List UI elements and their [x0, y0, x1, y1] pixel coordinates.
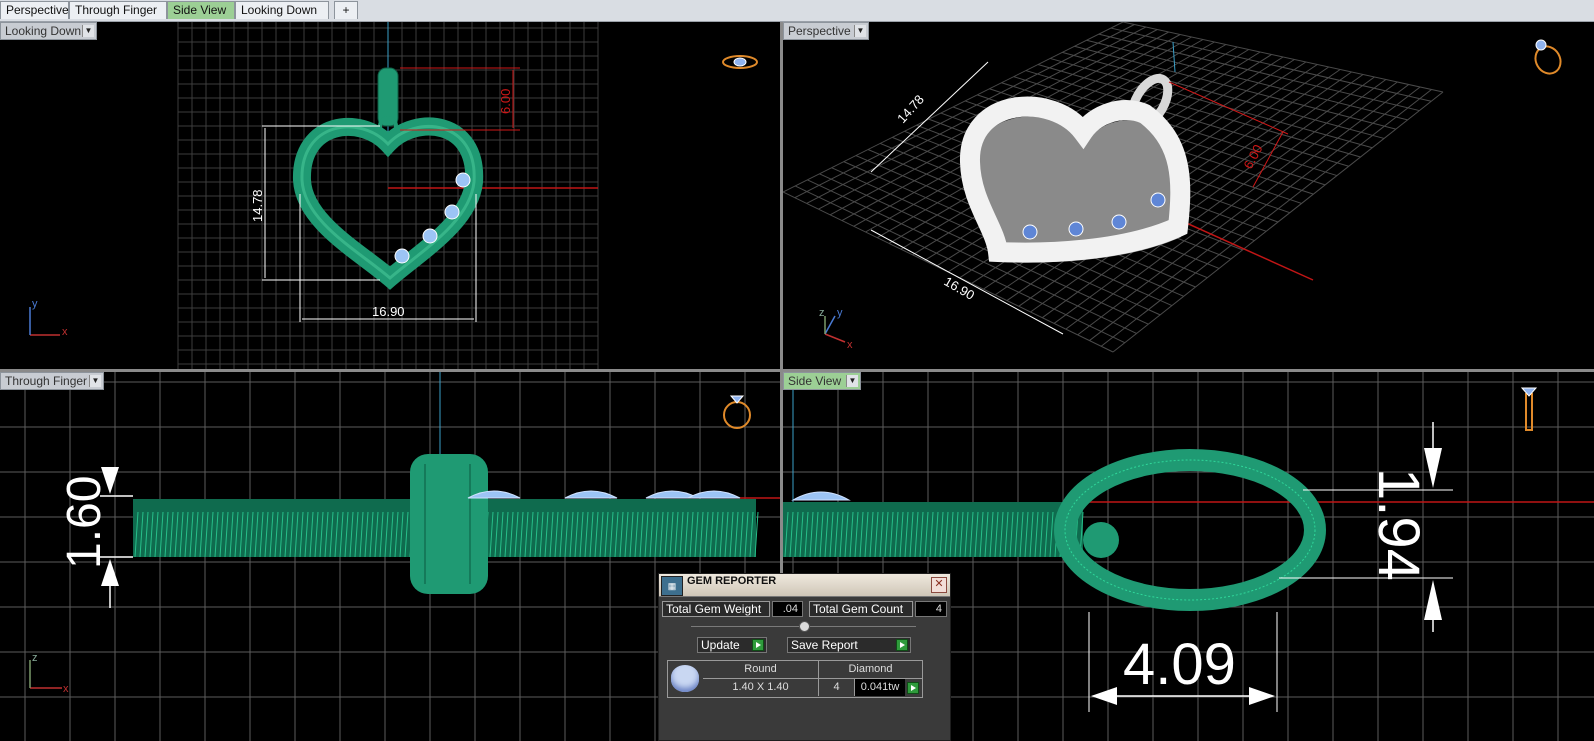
dim-width-label: 16.90 — [372, 304, 405, 319]
total-gem-weight-label: Total Gem Weight — [662, 601, 770, 617]
gem-table: Round Diamond 1.40 X 1.40 4 0.041tw — [667, 660, 923, 698]
chevron-down-icon[interactable]: ▼ — [82, 25, 94, 37]
ring-nav-icon[interactable] — [1531, 39, 1566, 78]
gem-marker — [455, 172, 471, 188]
dim-bail-width-label: 4.09 — [1123, 632, 1236, 697]
viewport-label-looking-down[interactable]: Looking Down ▼ — [0, 22, 97, 40]
update-button[interactable]: Update — [697, 637, 767, 653]
perspective-canvas: 14.78 16.90 6.00 z y x — [783, 22, 1566, 353]
total-gem-weight-value: .04 — [772, 601, 803, 617]
persp-axis-z: z — [819, 307, 825, 319]
save-report-button[interactable]: Save Report — [787, 637, 911, 653]
axis-y-label: y — [32, 298, 38, 310]
gem-shape-cell: Round — [703, 661, 819, 679]
viewport-label-side-view[interactable]: Side View ▼ — [783, 372, 861, 390]
axis-x-label: x — [62, 326, 68, 338]
chevron-down-icon[interactable]: ▼ — [846, 375, 858, 387]
gem-reporter-panel: ▦ GEM REPORTER ✕ Total Gem Weight .04 To… — [658, 573, 951, 741]
ring-nav-icon[interactable] — [1520, 387, 1538, 431]
gem-count-cell: 4 — [819, 679, 855, 696]
viewport-perspective[interactable]: 14.78 16.90 6.00 z y x Perspective ▼ — [783, 22, 1594, 369]
add-tab-button[interactable]: + — [334, 1, 358, 19]
chevron-down-icon[interactable]: ▼ — [89, 375, 101, 387]
tf-axis-z: z — [32, 652, 38, 664]
splitter-handle-icon[interactable] — [799, 621, 810, 632]
tab-side-view[interactable]: Side View — [167, 1, 235, 19]
total-gem-count-label: Total Gem Count — [809, 601, 913, 617]
viewport-label-perspective[interactable]: Perspective ▼ — [783, 22, 869, 40]
view-tab-bar: Perspective Through Finger Side View Loo… — [0, 0, 1594, 22]
dim-bail-label: 6.00 — [498, 89, 513, 114]
total-gem-count-value: 4 — [915, 601, 947, 617]
dim-thickness-label: 1.60 — [58, 476, 111, 569]
tf-axis-x: x — [63, 683, 69, 695]
play-icon — [896, 639, 908, 651]
gem-material-cell: Diamond — [819, 661, 922, 679]
persp-axis-y: y — [837, 307, 843, 319]
gem-size-cell: 1.40 X 1.40 — [703, 679, 819, 696]
viewport-label-through-finger[interactable]: Through Finger ▼ — [0, 372, 104, 390]
viewport-looking-down[interactable]: 16.90 14.78 6.00 y x Looking Down ▼ — [0, 22, 780, 369]
gem-row-play-icon[interactable] — [907, 682, 919, 694]
persp-axis-x: x — [847, 339, 853, 351]
ring-nav-icon[interactable] — [722, 55, 758, 69]
update-button-label: Update — [701, 638, 740, 652]
gem-weight-cell: 0.041tw — [855, 679, 905, 696]
looking-down-canvas: 16.90 14.78 6.00 y x — [29, 22, 758, 369]
gem-reporter-titlebar[interactable]: ▦ GEM REPORTER ✕ — [659, 574, 950, 597]
tab-perspective[interactable]: Perspective — [0, 1, 69, 19]
dim-height-label: 14.78 — [250, 189, 265, 222]
persp-dim-height-label: 14.78 — [894, 92, 927, 126]
dim-bail-height-label: 1.94 — [1366, 468, 1431, 581]
round-gem-icon — [671, 665, 699, 692]
save-report-button-label: Save Report — [791, 638, 858, 652]
close-icon[interactable]: ✕ — [931, 577, 947, 593]
tab-through-finger[interactable]: Through Finger — [69, 1, 167, 19]
ring-nav-icon[interactable] — [723, 395, 751, 429]
gem-reporter-title: GEM REPORTER — [687, 575, 777, 587]
gem-reporter-logo-icon: ▦ — [661, 576, 683, 596]
play-icon — [752, 639, 764, 651]
tab-looking-down[interactable]: Looking Down — [235, 1, 329, 19]
chevron-down-icon[interactable]: ▼ — [854, 25, 866, 37]
